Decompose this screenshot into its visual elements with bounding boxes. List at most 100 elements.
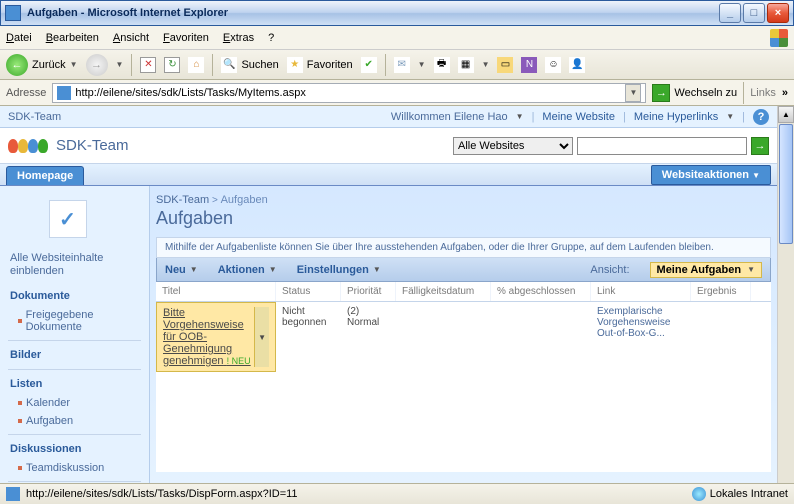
site-search-input[interactable] [577, 137, 747, 155]
address-input[interactable] [75, 87, 621, 99]
favorites-button[interactable]: ★ Favoriten [287, 57, 353, 73]
welcome-dropdown-icon[interactable]: ▼ [516, 112, 524, 121]
nav-header-documents[interactable]: Dokumente [0, 286, 149, 306]
site-logo-icon [8, 139, 48, 153]
window-title: Aufgaben - Microsoft Internet Explorer [27, 7, 719, 19]
discuss-button[interactable]: ☺ [545, 57, 561, 73]
col-priority[interactable]: Priorität [341, 282, 396, 301]
menu-edit[interactable]: Bearbeiten [46, 32, 99, 44]
table-header: Titel Status Priorität Fälligkeitsdatum … [156, 282, 771, 302]
scroll-thumb[interactable] [779, 124, 793, 244]
menu-view[interactable]: Ansicht [113, 32, 149, 44]
cell-title[interactable]: Bitte Vorgehensweise für OOB-Genehmigung… [156, 302, 276, 372]
cell-percent [491, 302, 591, 372]
print-button[interactable]: 🖶 [434, 57, 450, 73]
mail-button[interactable]: ✉ [394, 57, 410, 73]
menu-favorites[interactable]: Favoriten [163, 32, 209, 44]
mylinks-dropdown-icon[interactable]: ▼ [726, 112, 734, 121]
mysite-link[interactable]: Meine Website [542, 111, 615, 123]
close-button[interactable]: × [767, 3, 789, 23]
nav-item-tasks[interactable]: Aufgaben [0, 412, 149, 430]
toolbar: ← Zurück ▼ → ▼ ✕ ↻ ⌂ 🔍 Suchen ★ Favorite… [0, 50, 794, 80]
list-description: Mithilfe der Aufgabenliste können Sie üb… [156, 237, 771, 258]
cell-priority: (2) Normal [341, 302, 396, 372]
search-icon: 🔍 [221, 57, 237, 73]
folder-button[interactable]: ▭ [497, 57, 513, 73]
nav-item-teamdisc[interactable]: Teamdiskussion [0, 459, 149, 477]
address-label: Adresse [6, 87, 46, 99]
nav-all-site-content[interactable]: Alle Websiteinhalte einblenden [0, 250, 149, 286]
links-button[interactable]: Links [750, 87, 776, 99]
back-dropdown-icon[interactable]: ▼ [70, 60, 78, 69]
edit-button[interactable]: ▦ [458, 57, 474, 73]
col-status[interactable]: Status [276, 282, 341, 301]
col-title[interactable]: Titel [156, 282, 276, 301]
sp-header: SDK-Team Alle Websites → [0, 128, 777, 164]
menu-extras[interactable]: Extras [223, 32, 254, 44]
menu-bar: Datei Bearbeiten Ansicht Favoriten Extra… [0, 26, 794, 50]
forward-button[interactable]: → [86, 54, 108, 76]
item-dropdown-button[interactable]: ▼ [254, 307, 269, 367]
nav-header-pictures[interactable]: Bilder [0, 345, 149, 365]
help-button[interactable]: ? [753, 109, 769, 125]
site-title: SDK-Team [56, 137, 445, 154]
stop-button[interactable]: ✕ [140, 57, 156, 73]
site-search-go-button[interactable]: → [751, 137, 769, 155]
go-label: Wechseln zu [674, 87, 737, 99]
site-actions-button[interactable]: Websiteaktionen ▼ [651, 165, 771, 185]
team-link[interactable]: SDK-Team [8, 111, 61, 123]
scroll-up-button[interactable]: ▲ [778, 106, 794, 123]
research-button[interactable]: 👤 [569, 57, 585, 73]
menu-file[interactable]: Datei [6, 32, 32, 44]
mail-dropdown-icon[interactable]: ▼ [418, 60, 426, 69]
window-titlebar: Aufgaben - Microsoft Internet Explorer _… [0, 0, 794, 26]
address-dropdown-button[interactable]: ▼ [625, 84, 641, 102]
sp-topbar: SDK-Team Willkommen Eilene Hao ▼ | Meine… [0, 106, 777, 128]
cell-result [691, 302, 751, 372]
onenote-button[interactable]: N [521, 57, 537, 73]
breadcrumb-team[interactable]: SDK-Team [156, 194, 209, 206]
mylinks-link[interactable]: Meine Hyperlinks [634, 111, 718, 123]
address-bar: Adresse ▼ → Wechseln zu Links » [0, 80, 794, 106]
table-row: Bitte Vorgehensweise für OOB-Genehmigung… [156, 302, 771, 372]
address-field-wrap: ▼ [52, 83, 646, 103]
favorites-label: Favoriten [307, 59, 353, 71]
page-icon [57, 86, 71, 100]
go-arrow-icon: → [652, 84, 670, 102]
back-arrow-icon: ← [6, 54, 28, 76]
list-toolbar: Neu▼ Aktionen▼ Einstellungen▼ Ansicht: M… [156, 258, 771, 282]
col-result[interactable]: Ergebnis [691, 282, 751, 301]
forward-dropdown-icon[interactable]: ▼ [116, 60, 124, 69]
nav-item-shared-docs[interactable]: Freigegebene Dokumente [0, 306, 149, 336]
view-selector[interactable]: Meine Aufgaben▼ [650, 262, 762, 278]
maximize-button[interactable]: □ [743, 3, 765, 23]
nav-item-calendar[interactable]: Kalender [0, 394, 149, 412]
vertical-scrollbar[interactable]: ▲ [777, 106, 794, 483]
home-button[interactable]: ⌂ [188, 57, 204, 73]
new-button[interactable]: Neu▼ [165, 264, 198, 276]
refresh-button[interactable]: ↻ [164, 57, 180, 73]
history-button[interactable]: ✔ [361, 57, 377, 73]
security-zone[interactable]: Lokales Intranet [692, 487, 788, 501]
col-percent[interactable]: % abgeschlossen [491, 282, 591, 301]
tab-homepage[interactable]: Homepage [6, 166, 84, 185]
nav-header-discussions[interactable]: Diskussionen [0, 439, 149, 459]
breadcrumb-current: Aufgaben [221, 194, 268, 206]
nav-header-lists[interactable]: Listen [0, 374, 149, 394]
search-button[interactable]: 🔍 Suchen [221, 57, 278, 73]
cell-link[interactable]: Exemplarische Vorgehensweise Out-of-Box-… [591, 302, 691, 372]
go-button[interactable]: → Wechseln zu [652, 84, 737, 102]
col-link[interactable]: Link [591, 282, 691, 301]
settings-button[interactable]: Einstellungen▼ [297, 264, 381, 276]
edit-dropdown-icon[interactable]: ▼ [482, 60, 490, 69]
actions-button[interactable]: Aktionen▼ [218, 264, 277, 276]
col-due[interactable]: Fälligkeitsdatum [396, 282, 491, 301]
cell-due [396, 302, 491, 372]
back-label: Zurück [32, 59, 66, 71]
search-scope-select[interactable]: Alle Websites [453, 137, 573, 155]
status-url: http://eilene/sites/sdk/Lists/Tasks/Disp… [26, 488, 298, 500]
back-button[interactable]: ← Zurück ▼ [6, 54, 78, 76]
zone-label: Lokales Intranet [710, 488, 788, 500]
menu-help[interactable]: ? [268, 32, 274, 44]
minimize-button[interactable]: _ [719, 3, 741, 23]
